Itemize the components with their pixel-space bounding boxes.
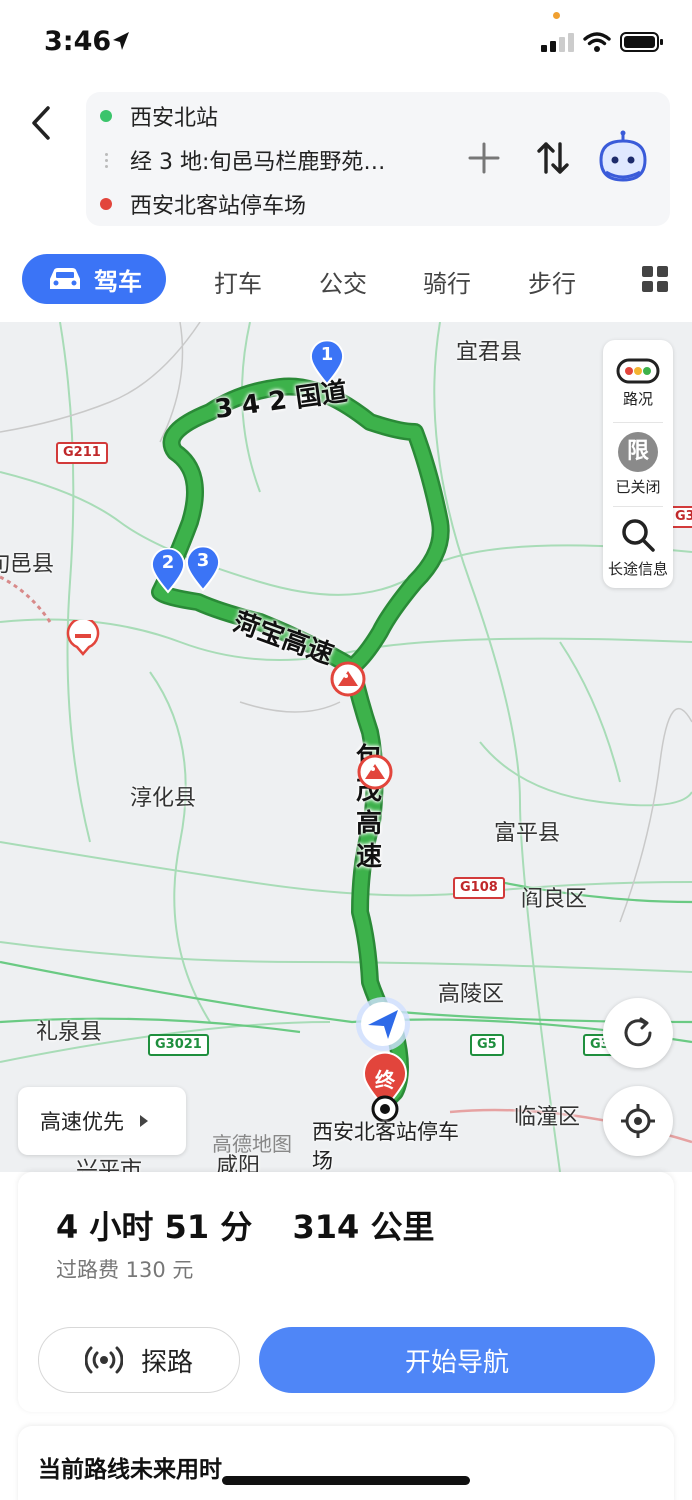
shield-g3021: G3021 bbox=[148, 1034, 209, 1056]
restriction-label: 已关闭 bbox=[615, 478, 661, 496]
tab-drive-label: 驾车 bbox=[94, 267, 142, 296]
more-modes-grid-icon[interactable] bbox=[642, 266, 668, 292]
route-origin: 西安北站 bbox=[130, 106, 219, 131]
add-waypoint-plus-icon[interactable] bbox=[466, 140, 502, 176]
destination-dot-icon bbox=[100, 198, 112, 210]
route-points-panel: 西安北站 经 3 地:旬邑马栏鹿野苑… 西安北客站停车场 bbox=[86, 92, 670, 226]
tab-cycling[interactable]: 骑行 bbox=[423, 264, 471, 299]
route-distance: 314 公里 bbox=[292, 1208, 435, 1246]
place-yijun: 宜君县 bbox=[456, 340, 523, 365]
back-chevron-icon[interactable] bbox=[26, 104, 56, 142]
probe-route-button[interactable]: 探路 bbox=[38, 1327, 240, 1393]
search-icon bbox=[622, 519, 655, 552]
start-navigation-button[interactable]: 开始导航 bbox=[259, 1327, 655, 1393]
current-location-arrow-icon bbox=[356, 997, 410, 1051]
map-brand-watermark: 高德地图 bbox=[212, 1132, 292, 1156]
map-view[interactable]: 宜君县 旬邑县 淳化县 富平县 阎良区 高陵区 礼泉县 临潼区 咸阳 兴平市 G… bbox=[0, 322, 692, 1172]
status-time: 3:46 bbox=[44, 26, 112, 57]
waypoint-pin-2[interactable]: 2 bbox=[150, 547, 186, 594]
map-route-screen: 3:46 西安北站 经 3 地:旬邑马栏鹿野苑… 西安北客站停车场 驾车 打车 … bbox=[0, 0, 692, 1500]
location-arrow-icon bbox=[113, 32, 129, 50]
place-gaoling: 高陵区 bbox=[438, 982, 505, 1007]
waypoint-pin-3-label: 3 bbox=[196, 550, 210, 571]
no-entry-icon[interactable] bbox=[66, 620, 100, 656]
place-fuping: 富平县 bbox=[494, 821, 561, 846]
tab-drive[interactable]: 驾车 bbox=[22, 254, 166, 304]
future-time-card[interactable]: 当前路线未来用时 bbox=[18, 1426, 674, 1500]
battery-icon bbox=[620, 32, 663, 52]
restriction-icon: 限 bbox=[618, 432, 658, 472]
voice-assistant-icon[interactable] bbox=[596, 130, 650, 184]
route-via: 经 3 地:旬邑马栏鹿野苑… bbox=[130, 150, 386, 175]
place-chunhua: 淳化县 bbox=[130, 786, 197, 811]
caret-right-icon bbox=[140, 1115, 148, 1127]
shield-g108: G108 bbox=[453, 877, 505, 899]
tab-walking[interactable]: 步行 bbox=[528, 264, 576, 299]
status-bar: 3:46 bbox=[0, 0, 692, 84]
route-destination: 西安北客站停车场 bbox=[130, 194, 307, 219]
route-via-row[interactable]: 经 3 地:旬邑马栏鹿野苑… bbox=[86, 140, 385, 180]
tab-taxi[interactable]: 打车 bbox=[214, 264, 262, 299]
place-xingping: 兴平市 bbox=[76, 1158, 143, 1172]
car-icon bbox=[50, 268, 80, 289]
place-xunyi: 旬邑县 bbox=[0, 552, 55, 577]
locate-me-button[interactable] bbox=[603, 1086, 673, 1156]
future-time-title: 当前路线未来用时 bbox=[38, 1457, 222, 1483]
construction-warning-icon[interactable] bbox=[357, 754, 393, 790]
crosshair-icon bbox=[621, 1104, 655, 1138]
waypoint-pin-2-label: 2 bbox=[161, 552, 175, 573]
swap-route-icon[interactable] bbox=[535, 138, 571, 178]
route-destination-row[interactable]: 西安北客站停车场 bbox=[86, 184, 306, 224]
waypoint-pin-1-label: 1 bbox=[320, 344, 334, 365]
route-duration: 4 小时 51 分 bbox=[56, 1208, 253, 1246]
place-lintong: 临潼区 bbox=[514, 1105, 581, 1130]
end-marker-label: 终 bbox=[375, 1068, 395, 1092]
via-dots-icon bbox=[100, 152, 112, 168]
restriction-toggle[interactable]: 限 已关闭 bbox=[603, 432, 673, 497]
map-tools-panel: 路况 限 已关闭 长途信息 bbox=[603, 340, 673, 588]
waypoint-pin-1[interactable]: 1 bbox=[309, 339, 345, 386]
destination-map-label: 西安北客站停车场 bbox=[312, 1120, 459, 1173]
travel-mode-tabs: 驾车 打车 公交 骑行 步行 bbox=[0, 248, 692, 312]
place-yanliang: 阎良区 bbox=[521, 887, 588, 912]
route-preference-button[interactable]: 高速优先 bbox=[18, 1087, 186, 1155]
cellular-signal-icon bbox=[541, 33, 574, 52]
route-origin-row[interactable]: 西安北站 bbox=[86, 96, 218, 136]
construction-warning-icon[interactable] bbox=[330, 661, 366, 697]
refresh-icon bbox=[624, 1017, 652, 1047]
waypoint-pin-3[interactable]: 3 bbox=[185, 545, 221, 592]
place-liquan: 礼泉县 bbox=[36, 1020, 103, 1045]
traffic-light-icon bbox=[616, 358, 660, 384]
origin-dot-icon bbox=[100, 110, 112, 122]
shield-g5: G5 bbox=[470, 1034, 504, 1056]
shield-g211: G211 bbox=[56, 442, 108, 464]
traffic-label: 路况 bbox=[622, 390, 653, 408]
privacy-indicator bbox=[553, 12, 560, 19]
long-trip-info[interactable]: 长途信息 bbox=[603, 516, 673, 579]
traffic-toggle[interactable]: 路况 bbox=[603, 358, 673, 409]
tab-transit[interactable]: 公交 bbox=[319, 264, 367, 299]
probe-route-label: 探路 bbox=[140, 1347, 193, 1378]
route-summary: 4 小时 51 分 314 公里 bbox=[56, 1202, 434, 1248]
broadcast-icon bbox=[84, 1346, 123, 1374]
long-trip-label: 长途信息 bbox=[607, 560, 668, 578]
toll-fee: 过路费 130 元 bbox=[56, 1258, 194, 1282]
route-summary-card: 4 小时 51 分 314 公里 过路费 130 元 探路 开始导航 bbox=[18, 1172, 674, 1412]
home-indicator[interactable] bbox=[222, 1476, 470, 1485]
route-preference-label: 高速优先 bbox=[40, 1110, 124, 1134]
refresh-route-button[interactable] bbox=[603, 998, 673, 1068]
wifi-icon bbox=[583, 32, 611, 52]
